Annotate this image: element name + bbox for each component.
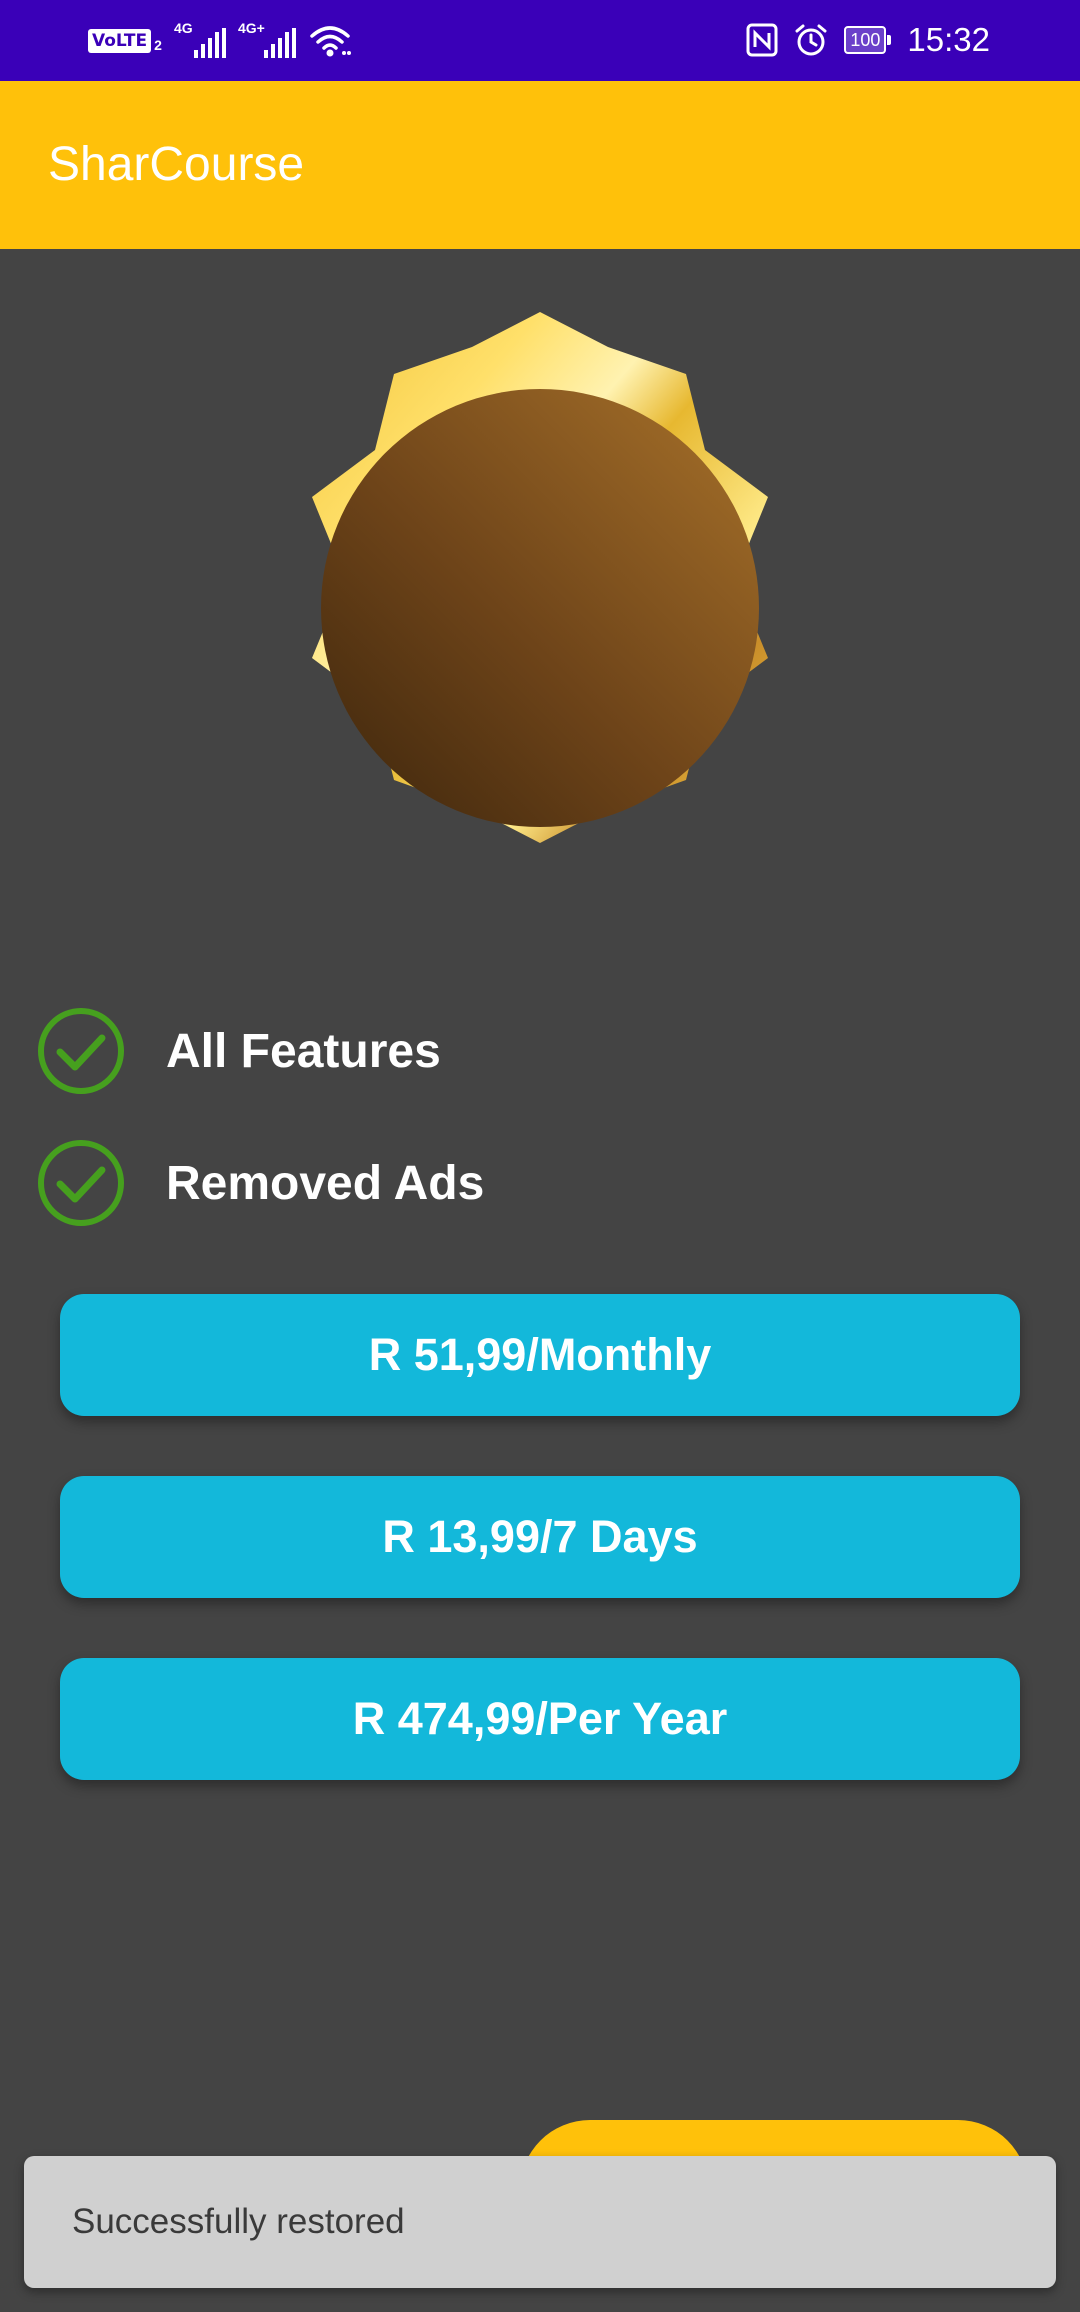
- weekly-plan-button[interactable]: R 13,99/7 Days: [60, 1476, 1020, 1598]
- status-bar: VoLTE 2 4G 4G+ 100 15:32: [0, 0, 1080, 81]
- app-title: SharCourse: [48, 138, 305, 191]
- sim-number: 2: [154, 37, 162, 53]
- snackbar: Successfully restored: [24, 2156, 1056, 2288]
- status-right-icons: 100 15:32: [746, 18, 990, 62]
- feature-item: All Features: [36, 1006, 441, 1096]
- snackbar-message: Successfully restored: [72, 2202, 405, 2241]
- yearly-plan-button[interactable]: R 474,99/Per Year: [60, 1658, 1020, 1780]
- volte-label: VoLTE: [88, 29, 152, 53]
- battery-level: 100: [844, 26, 887, 54]
- alarm-icon: [795, 24, 827, 56]
- feature-item: Removed Ads: [36, 1138, 484, 1228]
- wifi-icon: [310, 26, 351, 57]
- badge-center: [321, 389, 759, 827]
- nfc-icon: [746, 23, 778, 57]
- monthly-plan-button[interactable]: R 51,99/Monthly: [60, 1294, 1020, 1416]
- status-time: 15:32: [907, 21, 990, 58]
- feature-label: Removed Ads: [166, 1156, 485, 1210]
- check-circle-icon: [38, 1008, 124, 1094]
- network-type-label: 4G+: [237, 20, 265, 36]
- network-type-label: 4G: [173, 20, 193, 36]
- volte-icon: VoLTE 2: [88, 29, 162, 53]
- status-left-icons: VoLTE 2 4G 4G+: [88, 20, 352, 60]
- app-bar: SharCourse: [0, 81, 1080, 249]
- signal-icon: 4G+: [238, 20, 296, 58]
- premium-badge-icon: [312, 312, 768, 843]
- check-circle-icon: [38, 1140, 124, 1226]
- signal-icon: 4G: [174, 20, 226, 58]
- feature-label: All Features: [166, 1024, 441, 1078]
- battery-icon: 100: [844, 26, 892, 54]
